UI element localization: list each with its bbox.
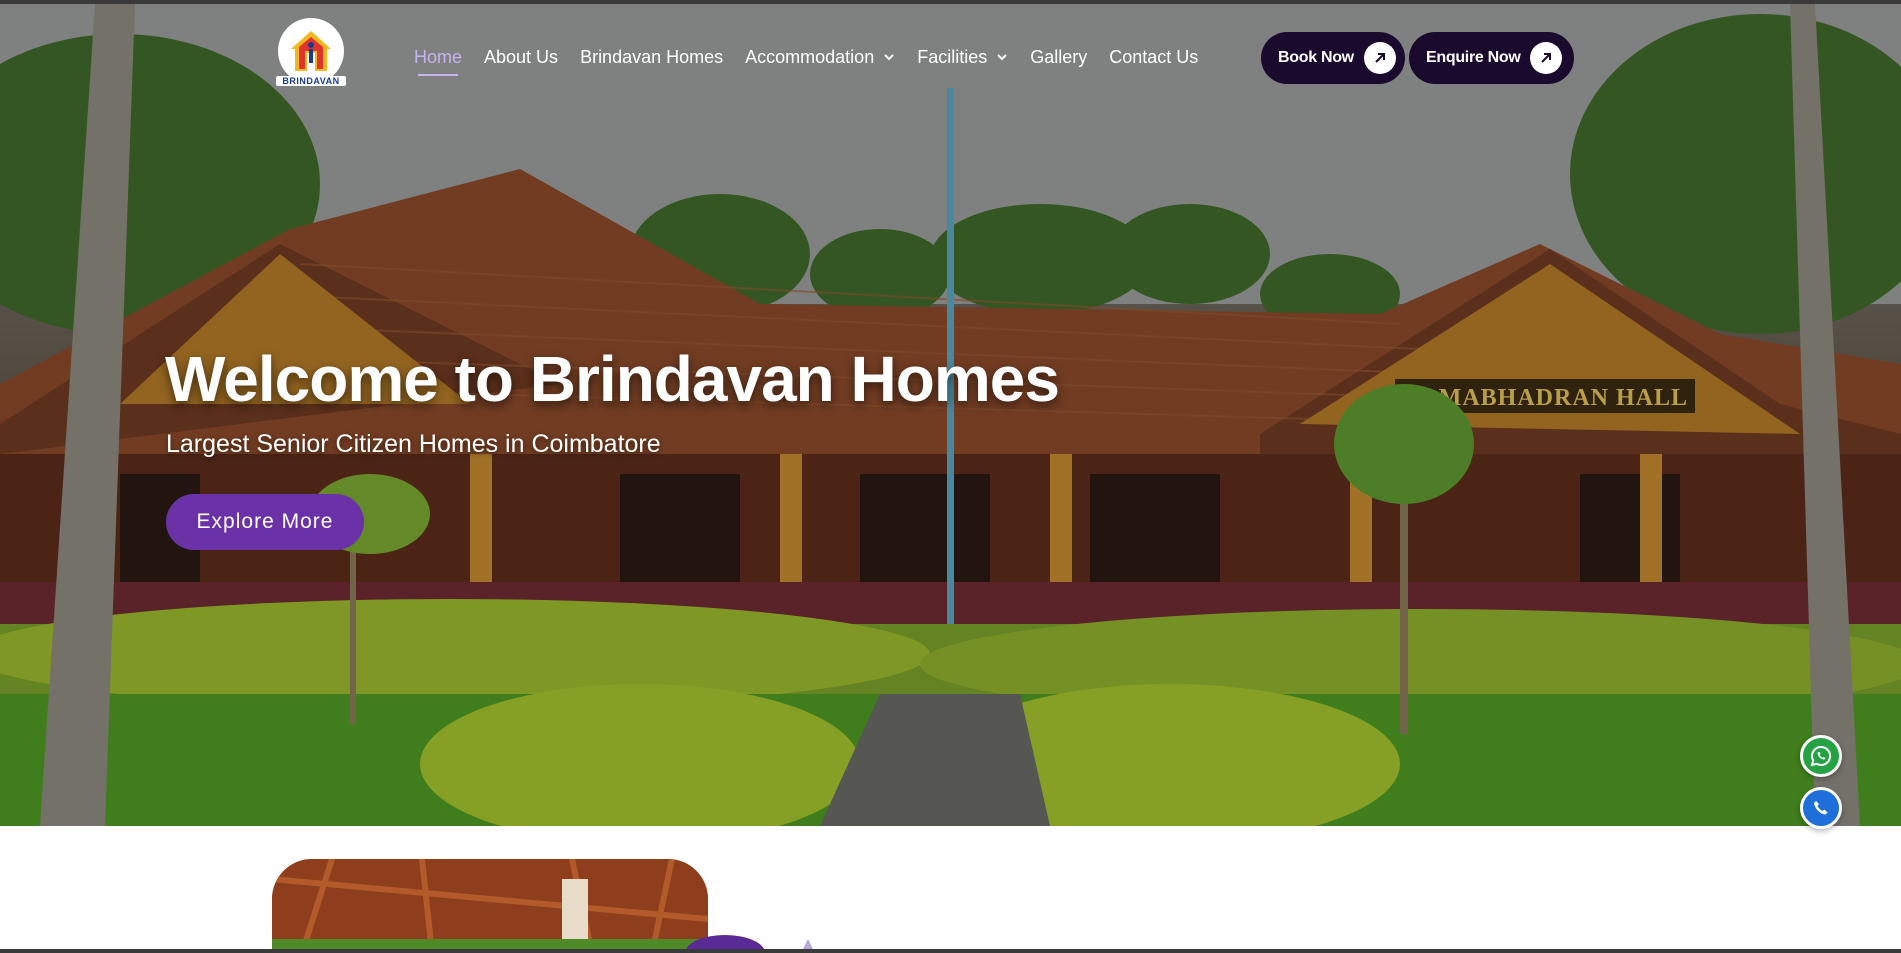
phone-icon [1814,801,1828,815]
nav-brindavan-homes[interactable]: Brindavan Homes [580,47,723,68]
logo-badge [278,18,344,84]
whatsapp-icon [1810,745,1832,767]
house-logo-icon [291,31,331,71]
chevron-down-icon [884,54,894,61]
hero-subtitle: Largest Senior Citizen Homes in Coimbato… [166,430,661,458]
whatsapp-button[interactable] [1800,735,1842,777]
nav-home-label: Home [414,46,463,67]
nav-facilities[interactable]: Facilities [917,47,1008,68]
about-section-image [272,859,708,953]
nav-brindavan-homes-label: Brindavan Homes [580,46,724,67]
nav-home[interactable]: Home [414,46,463,76]
call-button[interactable] [1800,787,1842,829]
main-navigation: Home About Us Brindavan Homes Accommodat… [414,42,1220,76]
nav-contact-us[interactable]: Contact Us [1109,47,1198,68]
chevron-down-icon [997,54,1007,61]
nav-facilities-label: Facilities [917,46,988,67]
nav-accommodation-label: Accommodation [745,46,875,67]
nav-accommodation[interactable]: Accommodation [745,47,895,68]
nav-gallery[interactable]: Gallery [1030,47,1087,68]
book-now-label: Book Now [1278,49,1354,66]
explore-more-button[interactable]: Explore More [166,494,364,550]
nav-about-us[interactable]: About Us [484,47,558,68]
hero-title: Welcome to Brindavan Homes [165,343,1060,415]
enquire-now-label: Enquire Now [1426,49,1521,66]
logo-wordmark: BRINDAVAN [276,76,346,86]
arrow-up-right-icon [1363,42,1396,74]
nav-contact-us-label: Contact Us [1109,46,1199,67]
window-bottom-border [0,949,1901,953]
window-top-border [0,0,1901,4]
brand-logo[interactable]: BRINDAVAN [276,18,346,96]
nav-gallery-label: Gallery [1030,46,1088,67]
book-now-button[interactable]: Book Now [1261,32,1405,84]
hero-banner: RAMABHADRAN HALL BRINDAVAN Home About Us… [0,4,1901,826]
nav-about-us-label: About Us [484,46,559,67]
enquire-now-button[interactable]: Enquire Now [1409,32,1574,84]
arrow-up-right-icon [1530,42,1563,74]
